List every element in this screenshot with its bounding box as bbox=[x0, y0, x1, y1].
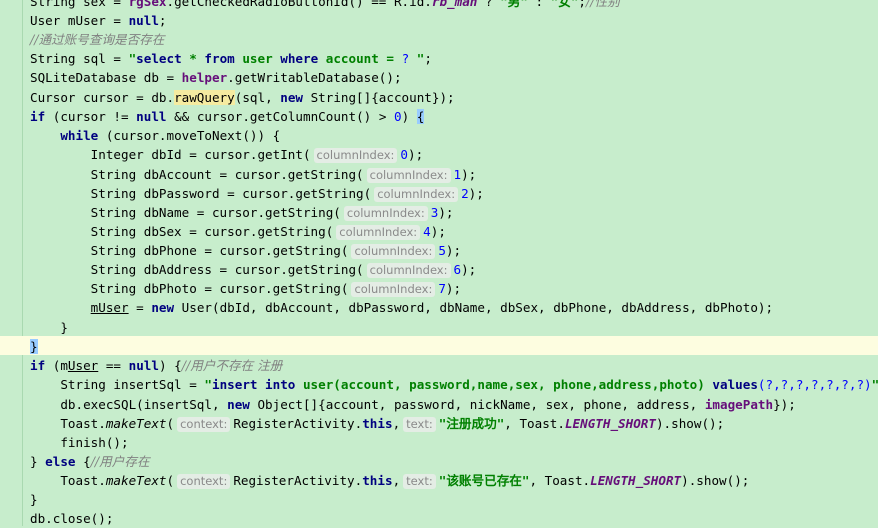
code-line[interactable]: } bbox=[30, 490, 38, 509]
code-line[interactable]: } bbox=[30, 318, 68, 337]
code-line[interactable]: if (cursor != null && cursor.getColumnCo… bbox=[30, 107, 425, 126]
code-line[interactable]: db.close(); bbox=[30, 509, 113, 528]
code-line-current[interactable]: } bbox=[30, 337, 38, 356]
code-line[interactable]: String sex = rgSex.getCheckedRadioButton… bbox=[30, 0, 620, 11]
code-line[interactable]: User mUser = null; bbox=[30, 11, 167, 30]
parameter-hint: context: bbox=[177, 417, 231, 432]
code-line[interactable]: String dbPassword = cursor.getString(col… bbox=[30, 184, 484, 203]
code-line[interactable]: String dbAccount = cursor.getString(colu… bbox=[30, 165, 476, 184]
code-line[interactable]: String dbPhone = cursor.getString(column… bbox=[30, 241, 461, 260]
gutter-fold-line bbox=[22, 0, 23, 526]
matched-brace: { bbox=[416, 109, 425, 124]
parameter-hint: columnIndex: bbox=[313, 148, 398, 163]
code-line[interactable]: if (mUser == null) {//用户不存在 注册 bbox=[30, 356, 282, 375]
current-line-highlight bbox=[0, 336, 878, 355]
code-line[interactable]: Cursor cursor = db.rawQuery(sql, new Str… bbox=[30, 88, 455, 107]
code-comment-line[interactable]: //通过账号查询是否存在 bbox=[30, 30, 164, 49]
code-line[interactable]: String dbName = cursor.getString(columnI… bbox=[30, 203, 454, 222]
parameter-hint: columnIndex: bbox=[336, 225, 421, 240]
code-line[interactable]: Integer dbId = cursor.getInt(columnIndex… bbox=[30, 145, 423, 164]
code-line[interactable]: SQLiteDatabase db = helper.getWritableDa… bbox=[30, 68, 402, 87]
code-line[interactable]: String dbSex = cursor.getString(columnIn… bbox=[30, 222, 446, 241]
code-line[interactable]: Toast.makeText(context: RegisterActivity.… bbox=[30, 414, 724, 433]
code-line[interactable]: String dbPhoto = cursor.getString(column… bbox=[30, 279, 461, 298]
code-line[interactable]: String sql = "select * from user where a… bbox=[30, 49, 432, 68]
parameter-hint: text: bbox=[403, 474, 436, 489]
parameter-hint: context: bbox=[177, 474, 231, 489]
parameter-hint: columnIndex: bbox=[351, 244, 436, 259]
code-line[interactable]: finish(); bbox=[30, 433, 128, 452]
parameter-hint: columnIndex: bbox=[343, 206, 428, 221]
parameter-hint: columnIndex: bbox=[351, 282, 436, 297]
code-editor[interactable]: String sex = rgSex.getCheckedRadioButton… bbox=[0, 0, 878, 526]
code-line[interactable]: String insertSql = "insert into user(acc… bbox=[30, 375, 878, 394]
code-line[interactable]: } else {//用户存在 bbox=[30, 452, 150, 471]
parameter-hint: columnIndex: bbox=[374, 187, 459, 202]
method-usage-highlight: rawQuery bbox=[174, 90, 235, 105]
code-line[interactable]: db.execSQL(insertSql, new Object[]{accou… bbox=[30, 395, 796, 414]
code-line[interactable]: while (cursor.moveToNext()) { bbox=[30, 126, 280, 145]
parameter-hint: columnIndex: bbox=[366, 168, 451, 183]
code-line[interactable]: Toast.makeText(context: RegisterActivity.… bbox=[30, 471, 749, 490]
matched-brace: } bbox=[30, 339, 38, 354]
code-line[interactable]: String dbAddress = cursor.getString(colu… bbox=[30, 260, 476, 279]
parameter-hint: columnIndex: bbox=[366, 263, 451, 278]
parameter-hint: text: bbox=[403, 417, 436, 432]
code-line[interactable]: mUser = new User(dbId, dbAccount, dbPass… bbox=[30, 298, 773, 317]
